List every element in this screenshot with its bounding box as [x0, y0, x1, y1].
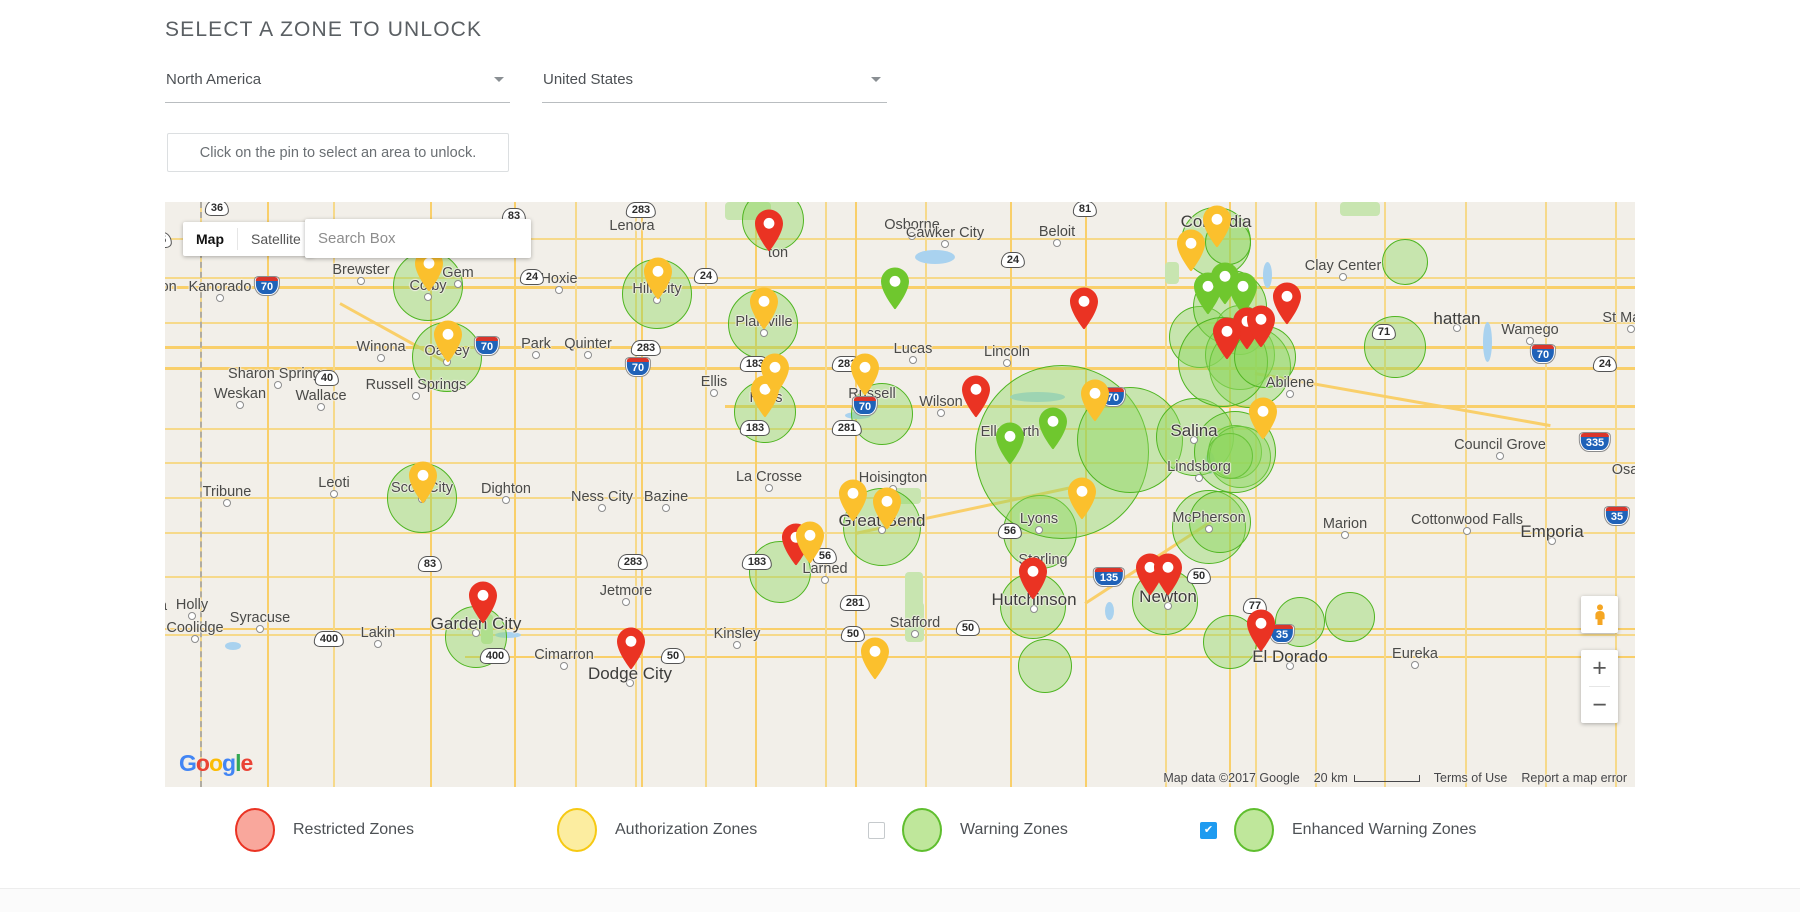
zoom-out-button[interactable]: − — [1581, 687, 1618, 723]
map-data-attribution: Map data ©2017 Google — [1163, 771, 1300, 785]
legend-checkbox[interactable]: ✔ — [1200, 821, 1217, 839]
map-attribution: Map data ©2017 Google 20 km Terms of Use… — [165, 769, 1635, 787]
map-pins-layer[interactable] — [165, 202, 1635, 787]
region-select[interactable]: North America — [165, 70, 510, 103]
map-pin-warn[interactable] — [993, 421, 1027, 467]
map-pin-restr[interactable] — [1016, 556, 1050, 602]
legend-color-swatch — [902, 808, 942, 852]
map-search-box[interactable]: Search Box — [305, 219, 531, 258]
page-title: SELECT A ZONE TO UNLOCK — [165, 18, 483, 41]
map-pin-auth[interactable] — [1065, 476, 1099, 522]
map-pin-warn[interactable] — [878, 266, 912, 312]
page-root: SELECT A ZONE TO UNLOCK North America Un… — [0, 0, 1800, 912]
map-pin-restr[interactable] — [1244, 304, 1278, 350]
map-pin-auth[interactable] — [1174, 228, 1208, 274]
map-pin-auth[interactable] — [641, 256, 675, 302]
legend-item-restricted-zones[interactable]: Restricted Zones — [235, 808, 414, 852]
map-pin-restr[interactable] — [1244, 608, 1278, 654]
legend-item-enhanced-warning-zones[interactable]: ✔ Enhanced Warning Zones — [1200, 808, 1476, 852]
map-pin-auth[interactable] — [1078, 378, 1112, 424]
map-pin-auth[interactable] — [406, 460, 440, 506]
map-type-button-satellite[interactable]: Satellite — [238, 222, 314, 256]
chevron-down-icon — [494, 77, 504, 82]
map-pin-auth[interactable] — [793, 520, 827, 566]
region-select-value: North America — [166, 71, 262, 88]
map-search-placeholder: Search Box — [318, 230, 396, 247]
report-map-error-link[interactable]: Report a map error — [1521, 771, 1627, 785]
selection-hint: Click on the pin to select an area to un… — [167, 133, 509, 172]
map-type-button-map[interactable]: Map — [183, 222, 237, 256]
map-legend: Restricted Zones Authorization Zones Warni… — [165, 800, 1635, 860]
map-pin-auth[interactable] — [758, 352, 792, 398]
map-pin-restr[interactable] — [1067, 286, 1101, 332]
country-select[interactable]: United States — [542, 70, 887, 103]
street-view-pegman-icon[interactable] — [1581, 596, 1618, 633]
page-footer-area — [0, 889, 1800, 912]
legend-item-label: Restricted Zones — [293, 821, 414, 838]
legend-color-swatch — [235, 808, 275, 852]
legend-item-label: Warning Zones — [960, 821, 1068, 838]
map-scale-bar — [1353, 774, 1420, 782]
map-type-toggle[interactable]: Map Satellite — [183, 222, 314, 256]
legend-item-warning-zones[interactable]: Warning Zones — [868, 808, 1068, 852]
map-scale-label: 20 km — [1313, 771, 1348, 785]
map-pin-restr[interactable] — [1151, 552, 1185, 598]
map-pin-restr[interactable] — [1210, 316, 1244, 362]
legend-color-swatch — [557, 808, 597, 852]
map-pin-warn[interactable] — [1036, 406, 1070, 452]
map-pin-auth[interactable] — [848, 352, 882, 398]
map-pin-auth[interactable] — [858, 636, 892, 682]
map-zoom-controls[interactable]: + − — [1581, 650, 1618, 723]
zoom-in-button[interactable]: + — [1581, 650, 1618, 686]
map-pin-restr[interactable] — [466, 580, 500, 626]
map-pin-auth[interactable] — [870, 486, 904, 532]
legend-color-swatch — [1234, 808, 1274, 852]
chevron-down-icon — [871, 77, 881, 82]
legend-checkbox[interactable] — [868, 821, 885, 839]
map-pin-auth[interactable] — [431, 319, 465, 365]
legend-item-authorization-zones[interactable]: Authorization Zones — [557, 808, 757, 852]
terms-of-use-link[interactable]: Terms of Use — [1434, 771, 1508, 785]
zone-map[interactable]: KanoradoingtonBrewsterGemColbyHoxieLenor… — [165, 202, 1635, 787]
legend-item-label: Authorization Zones — [615, 821, 758, 838]
map-pin-auth[interactable] — [747, 286, 781, 332]
map-scale: 20 km — [1314, 771, 1420, 785]
country-select-value: United States — [543, 71, 634, 88]
selection-hint-text: Click on the pin to select an area to un… — [199, 144, 477, 161]
legend-item-label: Enhanced Warning Zones — [1292, 821, 1477, 838]
map-pin-auth[interactable] — [1246, 396, 1280, 442]
map-pin-auth[interactable] — [836, 478, 870, 524]
map-pin-restr[interactable] — [614, 626, 648, 672]
map-pin-restr[interactable] — [752, 208, 786, 254]
map-pin-restr[interactable] — [959, 374, 993, 420]
